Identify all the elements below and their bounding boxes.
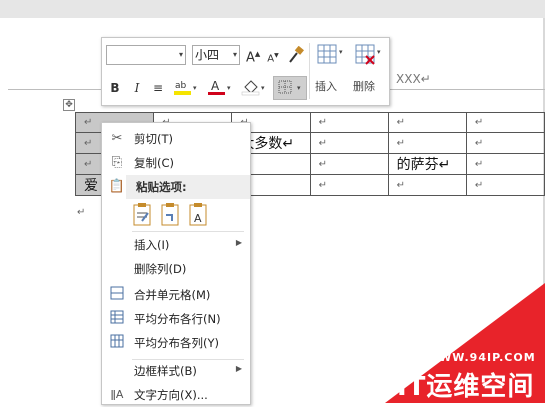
watermark-name: IT运维空间 xyxy=(397,372,535,402)
insert-rows-icon: ▾ xyxy=(317,44,343,64)
grow-font-button[interactable]: A▲ xyxy=(246,46,260,66)
svg-text:▾: ▾ xyxy=(297,84,301,92)
bold-button[interactable]: B xyxy=(108,80,122,96)
paste-options-label: 粘贴选项: xyxy=(136,180,187,194)
svg-text:A: A xyxy=(211,79,220,93)
center-align-button[interactable]: ≡ xyxy=(150,80,166,96)
table-cell[interactable]: ↵ xyxy=(465,112,545,133)
font-color-icon: A ▾ xyxy=(208,79,231,95)
menu-item-copy[interactable]: ⎘ 复制(C) xyxy=(102,151,250,175)
paragraph-mark: ↵ xyxy=(77,207,86,218)
table-cell[interactable]: ↵ xyxy=(387,132,467,154)
table-cell[interactable]: ↵ xyxy=(387,112,467,133)
cell-text: 爱 xyxy=(84,178,98,194)
copy-icon: ⎘ xyxy=(111,155,123,170)
shrink-font-button[interactable]: A▼ xyxy=(266,48,280,67)
table-cell[interactable]: ↵ xyxy=(387,174,467,196)
distribute-columns-icon xyxy=(108,334,126,352)
delete-label: 删除 xyxy=(353,80,375,93)
paste-options-header: 粘贴选项: xyxy=(126,175,250,199)
paste-keep-formatting-button[interactable] xyxy=(132,201,154,227)
window-top-bar xyxy=(0,0,545,18)
table-cell[interactable]: ↵ xyxy=(309,132,389,154)
font-size-value: 小四 xyxy=(195,48,220,62)
borders-button[interactable]: ▾ xyxy=(273,76,307,100)
table-cell[interactable]: ↵ xyxy=(309,112,389,133)
table-move-handle[interactable]: ✥ xyxy=(63,99,75,111)
highlighter-icon: ab ▾ xyxy=(174,81,197,95)
svg-text:▾: ▾ xyxy=(377,48,381,56)
format-painter-icon xyxy=(289,45,304,63)
menu-item-label: 合并单元格(M) xyxy=(134,288,211,302)
watermark-url: WWW.94IP.COM xyxy=(426,351,536,364)
chevron-right-icon: ▶ xyxy=(235,238,242,247)
menu-item-cut[interactable]: ✂ 剪切(T) xyxy=(102,127,250,151)
cell-text: 的萨芬↵ xyxy=(396,157,451,173)
menu-item-label: 平均分布各列(Y) xyxy=(134,336,219,350)
chevron-down-icon: ▾ xyxy=(178,50,183,59)
paste-keep-formatting-icon xyxy=(133,203,151,226)
menu-item-distribute-columns[interactable]: 平均分布各列(Y) xyxy=(102,331,250,355)
menu-item-label: 边框样式(B) xyxy=(134,364,197,378)
table-cell[interactable]: ↵ xyxy=(309,174,389,196)
svg-text:▾: ▾ xyxy=(261,84,265,92)
text-direction-icon: ǁA xyxy=(110,388,124,401)
borders-icon: ▾ xyxy=(278,80,301,94)
svg-text:ab: ab xyxy=(175,81,187,91)
table-cell[interactable]: ↵ xyxy=(309,153,389,175)
distribute-rows-icon xyxy=(108,310,126,328)
font-size-combo[interactable]: 小四 ▾ xyxy=(192,45,240,65)
font-name-combo[interactable]: ▾ xyxy=(106,45,186,65)
paint-bucket-icon: ▾ xyxy=(241,80,265,96)
menu-item-label: 平均分布各行(N) xyxy=(134,312,221,326)
svg-text:▾: ▾ xyxy=(339,48,343,56)
grow-font-label: A xyxy=(246,50,255,66)
paste-icon: 📋 xyxy=(108,179,126,194)
italic-button[interactable]: I xyxy=(130,80,144,96)
paste-text-only-button[interactable]: A xyxy=(188,201,210,227)
menu-item-label: 文字方向(X)... xyxy=(134,388,208,402)
delete-table-icon: ▾ xyxy=(355,44,381,65)
paste-merge-formatting-button[interactable] xyxy=(160,201,182,227)
chevron-right-icon: ▶ xyxy=(235,364,242,373)
paste-text-only-icon: A xyxy=(189,203,207,226)
scissors-icon: ✂ xyxy=(111,131,123,146)
insert-label: 插入 xyxy=(315,80,337,93)
menu-item-border-styles[interactable]: 边框样式(B) ▶ xyxy=(102,359,250,383)
menu-item-delete-column[interactable]: 删除列(D) xyxy=(102,257,250,281)
menu-item-text-direction[interactable]: ǁA 文字方向(X)... xyxy=(102,383,250,407)
svg-text:A: A xyxy=(194,212,202,225)
menu-item-label: 复制(C) xyxy=(134,156,175,170)
table-cell[interactable]: ↵ xyxy=(465,174,545,196)
menu-item-label: 删除列(D) xyxy=(134,262,187,276)
mini-toolbar: ▾ 小四 ▾ A▲ A▼ B I ≡ ab ▾ A ▾ ▾ ▾ ▾ 插入 ▾ 删除 xyxy=(101,37,390,106)
document-heading: XXX↵ xyxy=(396,72,431,86)
menu-divider xyxy=(132,231,244,232)
chevron-down-icon: ▾ xyxy=(232,50,237,59)
table-cell[interactable]: ↵ xyxy=(465,153,545,175)
menu-item-distribute-rows[interactable]: 平均分布各行(N) xyxy=(102,307,250,331)
font-color-button[interactable]: A ▾ xyxy=(206,78,236,100)
highlight-button[interactable]: ab ▾ xyxy=(172,78,202,100)
toolbar-divider xyxy=(309,43,310,99)
menu-item-insert[interactable]: 插入(I) ▶ xyxy=(102,233,250,257)
context-menu: ✂ 剪切(T) ⎘ 复制(C) 📋 粘贴选项: A 插入(I) ▶ 删除列(D)… xyxy=(101,122,251,405)
shading-button[interactable]: ▾ xyxy=(240,78,270,100)
merge-cells-icon xyxy=(108,286,126,304)
paste-merge-formatting-icon xyxy=(161,203,179,226)
table-cell[interactable]: 的萨芬↵ xyxy=(387,153,467,175)
menu-item-merge-cells[interactable]: 合并单元格(M) xyxy=(102,283,250,307)
svg-text:▾: ▾ xyxy=(193,84,197,92)
table-cell[interactable]: ↵ xyxy=(465,132,545,154)
svg-text:▾: ▾ xyxy=(227,84,231,92)
menu-item-label: 剪切(T) xyxy=(134,132,173,146)
menu-item-label: 插入(I) xyxy=(134,238,170,252)
format-painter-button[interactable] xyxy=(286,45,306,68)
